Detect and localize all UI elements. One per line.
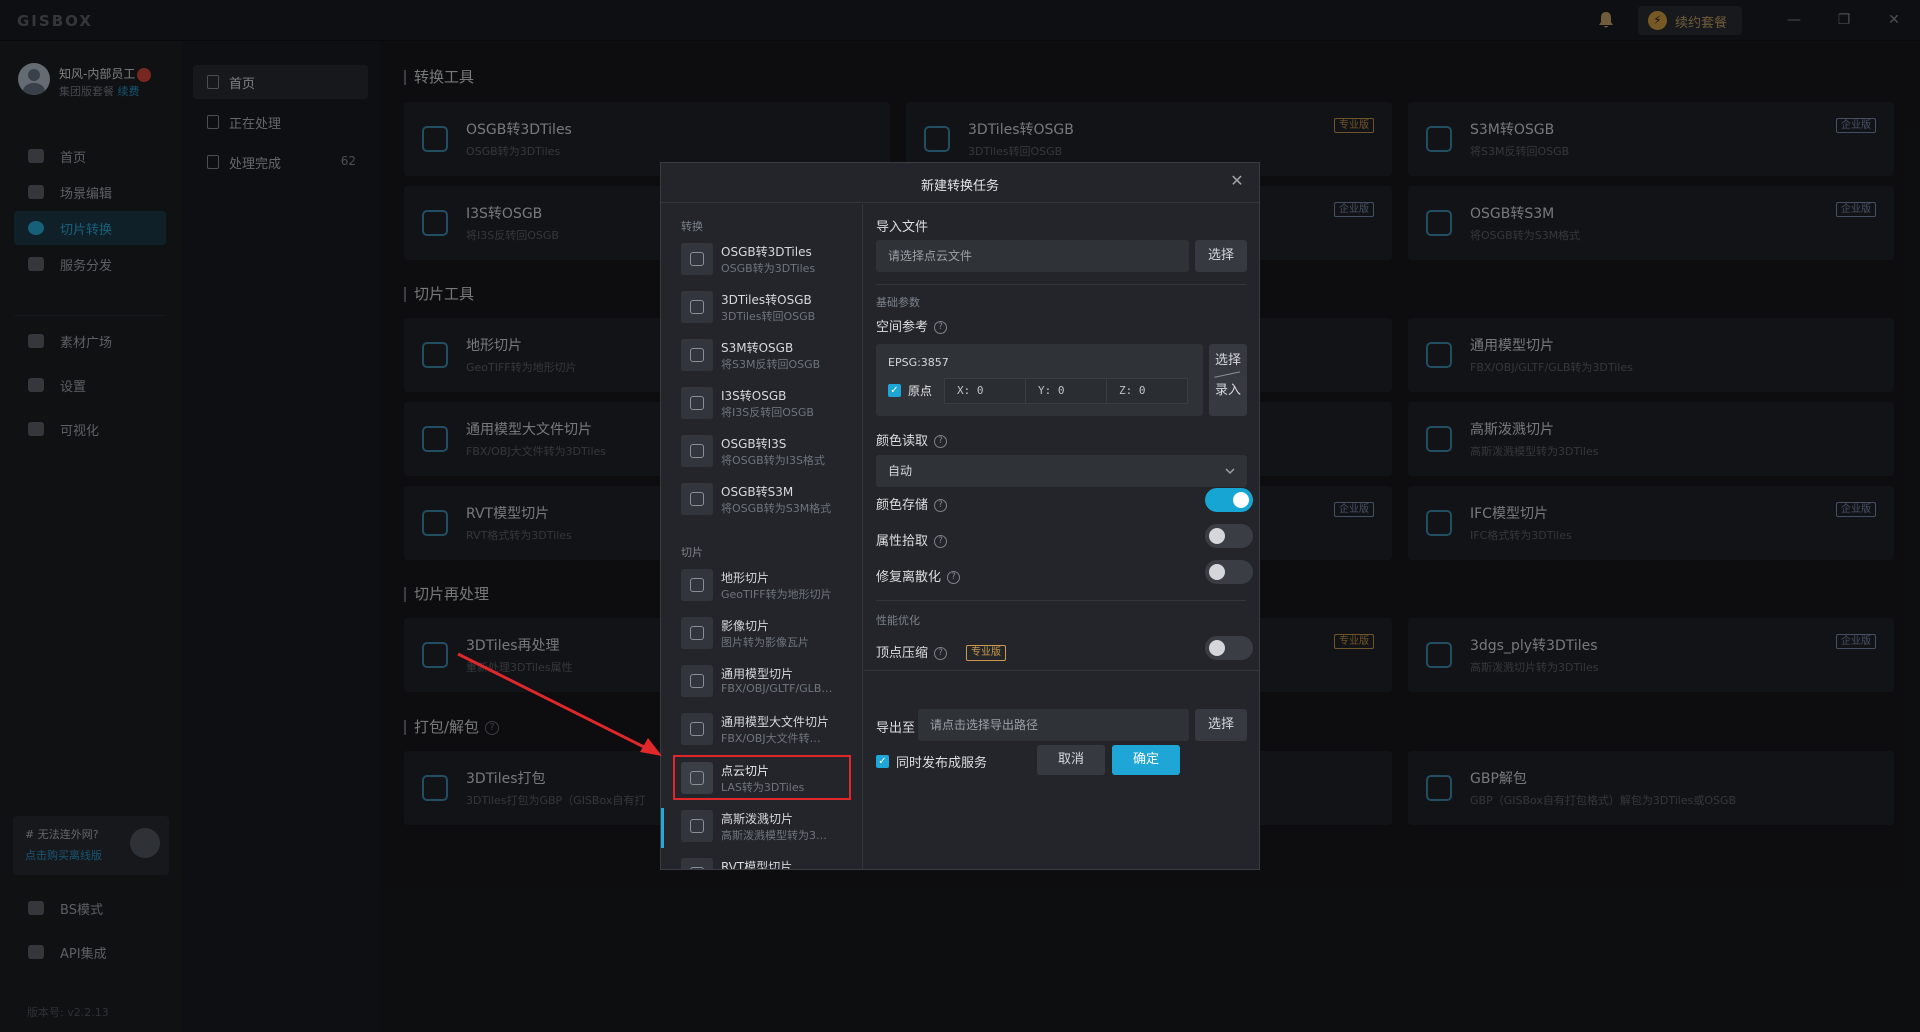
attr-pick-label: 属性拾取? (876, 530, 948, 549)
list-item-osgb-i3s[interactable]: OSGB转I3S 将OSGB转为I3S格式 (681, 432, 851, 472)
cube-icon (681, 713, 713, 745)
divider (876, 284, 1246, 285)
color-read-label: 颜色读取? (876, 430, 948, 449)
group-convert: 转换 (681, 220, 703, 233)
fix-discrete-toggle[interactable] (1205, 560, 1253, 584)
help-icon[interactable]: ? (934, 435, 948, 448)
list-item-3dtiles-osgb[interactable]: 3DTiles转OSGB 3DTiles转回OSGB (681, 288, 851, 328)
confirm-button[interactable]: 确定 (1112, 745, 1180, 775)
chevron-down-icon (1225, 468, 1235, 475)
cube-icon (681, 665, 713, 697)
export-label: 导出至 (876, 721, 916, 736)
publish-label: 同时发布成服务 (896, 756, 988, 771)
select-entry-toggle[interactable]: 选择 录入 (1209, 344, 1247, 416)
list-item-osgb-3dtiles[interactable]: OSGB转3DTiles OSGB转为3DTiles (681, 240, 851, 280)
convert-tool-icon (681, 387, 713, 419)
vertex-compress-toggle[interactable] (1205, 636, 1253, 660)
spatial-ref-box: EPSG:3857 ✓ 原点 X: 0 Y: 0 Z: 0 (876, 344, 1203, 416)
export-path-input[interactable]: 请点击选择导出路径 (918, 709, 1189, 741)
export-select-button[interactable]: 选择 (1195, 709, 1247, 741)
convert-tool-icon (681, 339, 713, 371)
new-task-dialog: 新建转换任务 ✕ 转换 OSGB转3DTiles OSGB转为3DTiles 3D… (660, 162, 1260, 870)
convert-tool-icon (681, 243, 713, 275)
fix-discrete-label: 修复离散化? (876, 566, 961, 585)
basic-params-heading: 基础参数 (876, 296, 920, 309)
selection-indicator (661, 808, 664, 848)
help-icon[interactable]: ? (934, 647, 948, 660)
perf-heading: 性能优化 (876, 614, 920, 627)
list-item-terrain[interactable]: 地形切片 GeoTIFF转为地形切片 (681, 566, 851, 606)
help-icon[interactable]: ? (947, 571, 961, 584)
convert-tool-icon (681, 291, 713, 323)
dialog-header: 新建转换任务 ✕ (661, 163, 1259, 203)
image-slice-icon (681, 617, 713, 649)
close-icon[interactable]: ✕ (1227, 171, 1247, 191)
origin-z-input[interactable]: Z: 0 (1106, 378, 1188, 404)
list-item-i3s-osgb[interactable]: I3S转OSGB 将I3S反转回OSGB (681, 384, 851, 424)
list-item-osgb-s3m[interactable]: OSGB转S3M 将OSGB转为S3M格式 (681, 480, 851, 520)
help-icon[interactable]: ? (934, 535, 948, 548)
help-icon[interactable]: ? (934, 499, 948, 512)
epsg-value[interactable]: EPSG:3857 (888, 356, 949, 369)
list-item-large-model[interactable]: 通用模型大文件切片 FBX/OBJ大文件转… (681, 710, 851, 750)
list-item-image[interactable]: 影像切片 图片转为影像瓦片 (681, 614, 851, 654)
divider (876, 600, 1246, 601)
origin-label: 原点 (908, 384, 933, 398)
help-icon[interactable]: ? (934, 321, 948, 334)
origin-checkbox[interactable]: ✓ (888, 384, 901, 397)
origin-y-input[interactable]: Y: 0 (1025, 378, 1107, 404)
task-form: 导入文件 请选择点云文件 选择 基础参数 空间参考? EPSG:3857 ✓ 原… (864, 204, 1259, 869)
convert-tool-icon (681, 483, 713, 515)
origin-x-input[interactable]: X: 0 (944, 378, 1026, 404)
color-store-label: 颜色存储? (876, 494, 948, 513)
convert-tool-icon (681, 435, 713, 467)
import-select-button[interactable]: 选择 (1195, 240, 1247, 272)
color-store-toggle[interactable] (1205, 488, 1253, 512)
import-file-input[interactable]: 请选择点云文件 (876, 240, 1189, 272)
list-item-s3m-osgb[interactable]: S3M转OSGB 将S3M反转回OSGB (681, 336, 851, 376)
cube-icon (681, 858, 713, 869)
spatial-ref-label: 空间参考? (876, 316, 948, 335)
task-type-list: 转换 OSGB转3DTiles OSGB转为3DTiles 3DTiles转OSG… (661, 204, 863, 869)
dialog-title: 新建转换任务 (920, 179, 999, 194)
import-label: 导入文件 (876, 220, 929, 235)
footer-divider (864, 670, 1259, 671)
group-slice: 切片 (681, 546, 703, 559)
color-read-select[interactable]: 自动 (876, 455, 1247, 487)
cancel-button[interactable]: 取消 (1037, 745, 1105, 775)
vertex-compress-label: 顶点压缩? (876, 642, 948, 661)
list-item-gaussian[interactable]: 高斯泼溅切片 高斯泼溅模型转为3… (681, 807, 851, 847)
red-highlight-box (673, 755, 851, 800)
list-item-rvt[interactable]: RVT模型切片 (681, 855, 851, 869)
attr-pick-toggle[interactable] (1205, 524, 1253, 548)
publish-checkbox[interactable]: ✓ (876, 755, 889, 768)
list-item-model[interactable]: 通用模型切片 FBX/OBJ/GLTF/GLB… (681, 662, 851, 702)
pro-badge: 专业版 (966, 645, 1006, 661)
terrain-icon (681, 569, 713, 601)
gaussian-icon (681, 810, 713, 842)
